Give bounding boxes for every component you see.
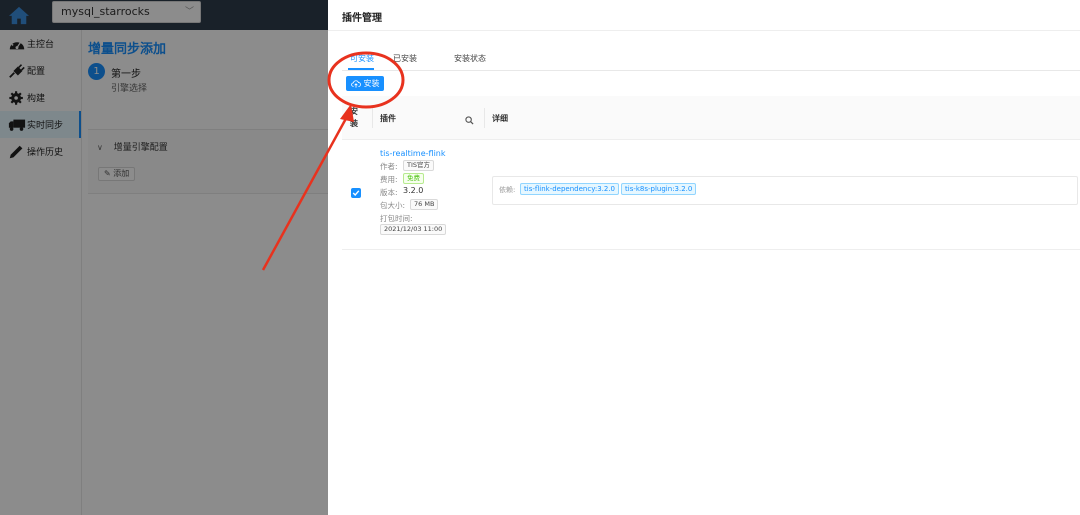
dependency-tag: tis-flink-dependency:3.2.0 (520, 183, 620, 195)
drawer-title: 插件管理 (342, 13, 382, 24)
size-label: 包大小: (380, 201, 406, 210)
plugin-detail-box: 依赖: tis-flink-dependency:3.2.0 tis-k8s-p… (492, 176, 1078, 205)
fee-label: 费用: (380, 175, 398, 184)
table-header: 安装 插件 详细 (342, 96, 1080, 140)
version-label: 版本: (380, 188, 398, 197)
version-value: 3.2.0 (403, 186, 424, 195)
dependency-label: 依赖: (499, 186, 516, 194)
install-button[interactable]: 安装 (346, 76, 384, 91)
column-header-install: 安装 (350, 107, 358, 128)
author-label: 作者: (380, 162, 398, 171)
column-header-detail: 详细 (492, 114, 508, 123)
fee-tag: 免费 (403, 173, 424, 184)
plugin-manager-drawer: 插件管理 可安装 已安装 安装状态 安装 安装 插件 详细 tis-realti… (328, 0, 1080, 515)
divider (328, 30, 1080, 31)
plugin-checkbox[interactable] (351, 188, 361, 198)
build-time-label: 打包时间: (380, 214, 413, 223)
tab-available[interactable]: 可安装 (350, 53, 374, 64)
table-row: tis-realtime-flink 作者: TIS官方 费用: 免费 版本: … (342, 140, 1080, 250)
install-button-label: 安装 (363, 79, 380, 88)
cloud-upload-icon (350, 79, 361, 88)
build-time-tag: 2021/12/03 11:00 (380, 224, 447, 235)
modal-mask[interactable] (0, 0, 328, 515)
column-separator (372, 108, 373, 128)
divider (342, 70, 1080, 71)
check-icon (352, 190, 360, 197)
column-separator (484, 108, 485, 128)
column-header-plugin: 插件 (380, 114, 396, 123)
size-tag: 76 MB (410, 199, 439, 210)
plugin-name-link[interactable]: tis-realtime-flink (380, 149, 446, 158)
search-icon[interactable] (465, 110, 474, 125)
author-tag: TIS官方 (403, 160, 435, 171)
tab-install-status[interactable]: 安装状态 (454, 53, 486, 64)
dependency-tag: tis-k8s-plugin:3.2.0 (621, 183, 697, 195)
tab-installed[interactable]: 已安装 (393, 53, 417, 64)
